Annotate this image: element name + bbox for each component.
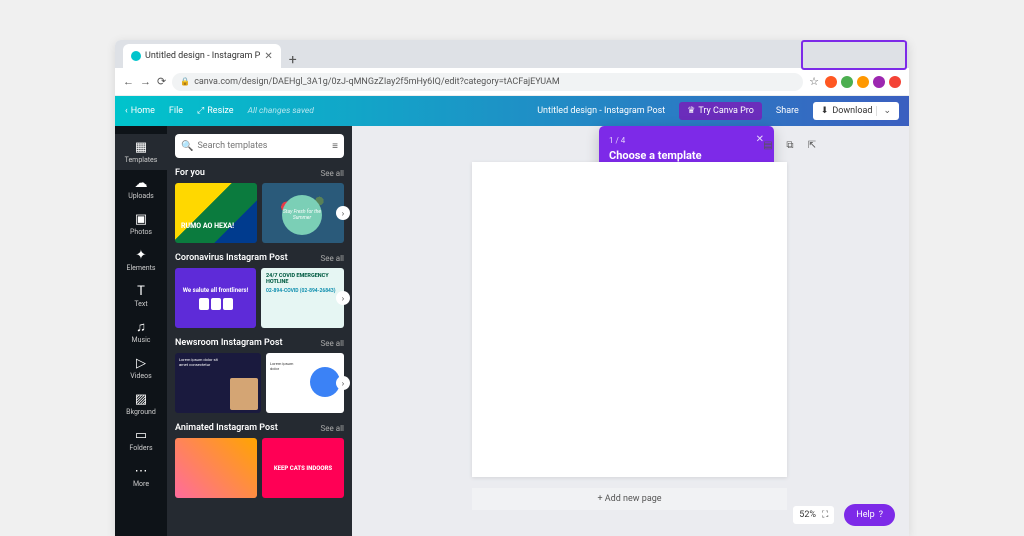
crown-icon: ♛ bbox=[687, 106, 695, 116]
see-all-link[interactable]: See all bbox=[321, 169, 344, 178]
save-status: All changes saved bbox=[248, 106, 314, 116]
reload-icon[interactable]: ⟳ bbox=[157, 75, 166, 88]
section-animated: Animated Instagram Post See all KEEP CATS… bbox=[175, 423, 344, 498]
rail-uploads[interactable]: ☁Uploads bbox=[115, 170, 167, 206]
canvas-toolbar: ▤ ⧉ ⇱ bbox=[761, 138, 819, 152]
download-button[interactable]: ⬇Download⌄ bbox=[813, 102, 899, 120]
section-title: Newsroom Instagram Post bbox=[175, 338, 283, 348]
tab-title: Untitled design - Instagram P bbox=[145, 51, 260, 61]
question-icon: ? bbox=[879, 510, 883, 520]
address-bar[interactable]: 🔒 canva.com/design/DAEHgl_3A1g/0zJ-qMNGz… bbox=[172, 73, 803, 91]
ext-icon[interactable] bbox=[873, 76, 885, 88]
extensions bbox=[825, 76, 901, 88]
resize-icon: ⤢ bbox=[197, 106, 204, 116]
rail-text[interactable]: TText bbox=[115, 278, 167, 314]
lock-icon: 🔒 bbox=[180, 77, 190, 86]
rail-elements[interactable]: ✦Elements bbox=[115, 242, 167, 278]
duplicate-icon[interactable]: ⧉ bbox=[783, 138, 797, 152]
notes-icon[interactable]: ▤ bbox=[761, 138, 775, 152]
template-thumb[interactable]: Lorem ipsum dolor sit amet consectetur bbox=[175, 353, 261, 413]
section-title: For you bbox=[175, 168, 205, 178]
photos-icon: ▣ bbox=[135, 212, 147, 226]
scroll-right-icon[interactable]: › bbox=[336, 376, 350, 390]
add-page-button[interactable]: + Add new page bbox=[472, 488, 787, 510]
text-icon: T bbox=[137, 284, 145, 298]
more-icon: ⋯ bbox=[135, 464, 148, 478]
document-title[interactable]: Untitled design - Instagram Post bbox=[537, 106, 665, 116]
section-covid: Coronavirus Instagram Post See all We sal… bbox=[175, 253, 344, 328]
bottom-toolbar: 52%⛶ Help? bbox=[793, 504, 895, 526]
search-box[interactable]: 🔍 ≡ bbox=[175, 134, 344, 158]
templates-icon: ▦ bbox=[135, 140, 147, 154]
see-all-link[interactable]: See all bbox=[321, 339, 344, 348]
rail-music[interactable]: ♫Music bbox=[115, 314, 167, 350]
new-tab-button[interactable]: + bbox=[281, 52, 305, 68]
share-button[interactable]: Share bbox=[776, 106, 799, 116]
template-thumb[interactable]: Stay Fresh for the Summer bbox=[262, 183, 344, 243]
tab-strip: Untitled design - Instagram P ✕ + bbox=[115, 40, 909, 68]
rail-folders[interactable]: ▭Folders bbox=[115, 422, 167, 458]
rail-background[interactable]: ▨Bkground bbox=[115, 386, 167, 422]
canvas-page[interactable] bbox=[472, 162, 787, 477]
delete-icon[interactable]: ⇱ bbox=[805, 138, 819, 152]
section-for-you: For you See all RUMO AO HEXA! Stay Fresh … bbox=[175, 168, 344, 243]
rail-videos[interactable]: ▷Videos bbox=[115, 350, 167, 386]
music-icon: ♫ bbox=[136, 320, 146, 334]
close-icon[interactable]: ✕ bbox=[264, 51, 272, 62]
home-button[interactable]: ‹Home bbox=[125, 106, 155, 116]
template-thumb[interactable]: Lorem ipsum dolor bbox=[266, 353, 344, 413]
tour-step: 1 / 4 bbox=[609, 136, 764, 145]
background-icon: ▨ bbox=[135, 392, 147, 406]
ext-icon[interactable] bbox=[889, 76, 901, 88]
app-header: ‹Home File ⤢Resize All changes saved Unt… bbox=[115, 96, 909, 126]
rail-photos[interactable]: ▣Photos bbox=[115, 206, 167, 242]
search-icon: 🔍 bbox=[181, 141, 193, 152]
sidebar-rail: ▦Templates ☁Uploads ▣Photos ✦Elements TT… bbox=[115, 126, 167, 536]
search-input[interactable] bbox=[197, 141, 328, 151]
url-bar: ← → ⟳ 🔒 canva.com/design/DAEHgl_3A1g/0zJ… bbox=[115, 68, 909, 96]
help-button[interactable]: Help? bbox=[844, 504, 895, 526]
template-thumb[interactable] bbox=[175, 438, 257, 498]
file-menu[interactable]: File bbox=[169, 106, 183, 116]
browser-tab[interactable]: Untitled design - Instagram P ✕ bbox=[123, 44, 281, 68]
scroll-right-icon[interactable]: › bbox=[336, 206, 350, 220]
chevron-left-icon: ‹ bbox=[125, 106, 128, 116]
uploads-icon: ☁ bbox=[135, 176, 148, 190]
see-all-link[interactable]: See all bbox=[321, 424, 344, 433]
app-body: ▦Templates ☁Uploads ▣Photos ✦Elements TT… bbox=[115, 126, 909, 536]
favicon bbox=[131, 51, 141, 61]
download-icon: ⬇ bbox=[821, 106, 829, 116]
zoom-control[interactable]: 52%⛶ bbox=[793, 506, 834, 524]
see-all-link[interactable]: See all bbox=[321, 254, 344, 263]
folders-icon: ▭ bbox=[135, 428, 147, 442]
template-thumb[interactable]: RUMO AO HEXA! bbox=[175, 183, 257, 243]
template-thumb[interactable]: We salute all frontliners! bbox=[175, 268, 256, 328]
tour-title: Choose a template bbox=[609, 149, 764, 162]
template-thumb[interactable]: KEEP CATS INDOORS bbox=[262, 438, 344, 498]
url-text: canva.com/design/DAEHgl_3A1g/0zJ-qMNGzZI… bbox=[194, 77, 560, 87]
scroll-right-icon[interactable]: › bbox=[336, 291, 350, 305]
canvas-area: ✕ 1 / 4 Choose a template Drag a templat… bbox=[352, 126, 909, 536]
section-title: Animated Instagram Post bbox=[175, 423, 278, 433]
try-pro-button[interactable]: ♛Try Canva Pro bbox=[679, 102, 762, 120]
fullscreen-icon[interactable]: ⛶ bbox=[822, 510, 828, 520]
filter-icon[interactable]: ≡ bbox=[332, 141, 338, 152]
back-icon[interactable]: ← bbox=[123, 75, 134, 88]
ext-icon[interactable] bbox=[857, 76, 869, 88]
rail-templates[interactable]: ▦Templates bbox=[115, 134, 167, 170]
star-icon[interactable]: ☆ bbox=[809, 75, 819, 88]
ext-icon[interactable] bbox=[841, 76, 853, 88]
elements-icon: ✦ bbox=[136, 248, 147, 262]
resize-button[interactable]: ⤢Resize bbox=[197, 106, 234, 116]
forward-icon[interactable]: → bbox=[140, 75, 151, 88]
ext-icon[interactable] bbox=[825, 76, 837, 88]
browser-window: Untitled design - Instagram P ✕ + ← → ⟳ … bbox=[115, 40, 909, 536]
section-newsroom: Newsroom Instagram Post See all Lorem ips… bbox=[175, 338, 344, 413]
section-title: Coronavirus Instagram Post bbox=[175, 253, 288, 263]
template-thumb[interactable]: 24/7 COVID EMERGENCY HOTLINE02-894-COVID… bbox=[261, 268, 344, 328]
videos-icon: ▷ bbox=[136, 356, 146, 370]
chevron-down-icon[interactable]: ⌄ bbox=[876, 106, 891, 116]
templates-panel: 🔍 ≡ For you See all RUMO AO HEXA! Stay Fr… bbox=[167, 126, 352, 536]
rail-more[interactable]: ⋯More bbox=[115, 458, 167, 494]
